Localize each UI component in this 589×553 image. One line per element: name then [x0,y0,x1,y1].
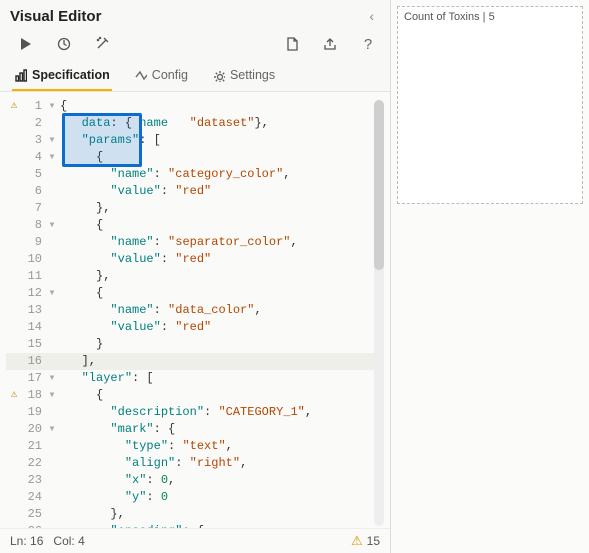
tab-label: Specification [32,68,110,82]
replay-icon [56,36,72,52]
scrollbar-thumb[interactable] [374,100,384,270]
title-bar: Visual Editor ‹ [0,0,390,28]
collapse-button[interactable]: ‹ [363,6,380,26]
tab-label: Settings [230,68,275,82]
config-icon [134,69,147,82]
ln-label: Ln: [10,534,27,548]
replay-button[interactable] [52,32,76,56]
tab-settings[interactable]: Settings [210,62,277,91]
preview-pane: Count of Toxins | 5 [391,0,589,553]
preview-box: Count of Toxins | 5 [397,6,583,204]
bars-icon [14,69,27,82]
gear-icon [212,69,225,82]
ln-value: 16 [30,534,43,548]
help-button[interactable]: ? [356,32,380,56]
wand-icon [94,36,110,52]
toolbar: ? [0,28,390,62]
new-file-button[interactable] [280,32,304,56]
pane-title: Visual Editor [10,8,101,25]
warning-count: 15 [367,534,380,548]
export-button[interactable] [318,32,342,56]
tab-specification[interactable]: Specification [12,62,112,91]
status-bar: Ln: 16 Col: 4 ⚠ 15 [0,528,390,553]
tabs: Specification Config Settings [0,62,390,92]
tab-config[interactable]: Config [132,62,190,91]
preview-text: Count of Toxins | 5 [404,11,495,23]
wand-button[interactable] [90,32,114,56]
help-icon: ? [364,36,372,53]
editor-pane: Visual Editor ‹ ? [0,0,391,553]
scrollbar[interactable] [374,100,384,526]
col-value: 4 [78,534,85,548]
warning-icon: ⚠ [351,533,363,549]
run-button[interactable] [14,32,38,56]
export-icon [322,36,338,52]
file-icon [284,36,300,52]
tab-label: Config [152,68,188,82]
code-text: { [60,99,67,113]
play-icon [18,36,34,52]
col-label: Col: [53,534,74,548]
app-root: Visual Editor ‹ ? [0,0,589,553]
code-editor[interactable]: 1▾{ 2 data: { name "dataset"}, 3▾ "param… [0,92,390,528]
